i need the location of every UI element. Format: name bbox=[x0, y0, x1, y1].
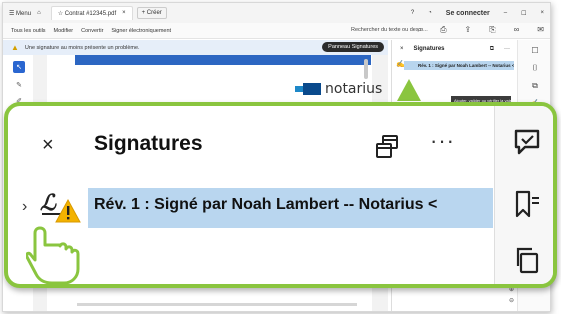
document-header-bar bbox=[75, 55, 371, 65]
tab-contract[interactable]: ☆ Contrat #12345.pdf × bbox=[50, 6, 133, 20]
comment-icon[interactable] bbox=[513, 128, 541, 156]
rail-bookmark-icon[interactable]: ⌷ bbox=[533, 63, 538, 73]
signature-warning-icon: ℒ bbox=[40, 190, 81, 223]
signatures-title: Signatures bbox=[94, 132, 203, 155]
document-scrollbar[interactable] bbox=[364, 59, 368, 79]
menu-convert[interactable]: Convertir bbox=[81, 28, 103, 34]
rail-pages-icon[interactable]: ⧉ bbox=[532, 81, 538, 91]
tab-title: ☆ Contrat #12345.pdf bbox=[57, 11, 117, 17]
panel-title: Signatures bbox=[413, 46, 445, 52]
zoom-controls: ⊕ ⊖ bbox=[509, 286, 514, 304]
sign-in-button[interactable]: Se connecter bbox=[446, 10, 490, 17]
magnified-right-toolbar bbox=[494, 106, 553, 284]
magnified-callout: × Signatures ··· › ℒ Rév. 1 : Signé par … bbox=[4, 102, 557, 288]
notarius-logo: notarius bbox=[295, 81, 382, 97]
search-icon[interactable]: ⌕ bbox=[418, 25, 422, 35]
document-text-lines bbox=[77, 303, 357, 311]
tab-close-icon[interactable]: × bbox=[122, 10, 126, 17]
pointing-hand-icon bbox=[26, 226, 80, 284]
print-icon[interactable]: ⎘ bbox=[489, 25, 495, 35]
callout-arrow bbox=[397, 79, 421, 101]
minimize-icon[interactable]: – bbox=[504, 10, 507, 16]
home-icon[interactable]: ⌂ bbox=[37, 10, 41, 16]
warning-icon: ▲ bbox=[11, 43, 19, 52]
rail-comment-icon[interactable]: ☐ bbox=[531, 46, 538, 55]
menu-esign[interactable]: Signer électroniquement bbox=[111, 28, 171, 34]
chevron-right-icon[interactable]: › bbox=[22, 198, 27, 216]
copy-windows-icon[interactable] bbox=[374, 134, 400, 160]
signature-panel-button[interactable]: Panneau Signatures bbox=[322, 42, 384, 52]
comment-tool-icon[interactable]: ✎ bbox=[16, 81, 22, 89]
bookmark-list-icon[interactable] bbox=[513, 190, 541, 218]
panel-signature-row[interactable]: Rév. 1 : Signé par Noah Lambert -- Notar… bbox=[404, 61, 514, 70]
link-icon[interactable]: ∞ bbox=[514, 25, 520, 35]
panel-more-icon[interactable]: ··· bbox=[504, 46, 510, 53]
select-tool-icon[interactable]: ↖ bbox=[13, 61, 25, 73]
pages-copy-icon[interactable] bbox=[513, 246, 541, 274]
close-window-icon[interactable]: × bbox=[540, 10, 544, 16]
save-icon[interactable]: ⎙ bbox=[440, 25, 446, 35]
menu-bar: Tous les outils Modifier Convertir Signe… bbox=[3, 23, 550, 39]
notification-icon[interactable]: ◔ bbox=[428, 10, 432, 16]
more-options-icon[interactable]: ··· bbox=[430, 128, 455, 154]
warning-message: Une signature au moins présente un probl… bbox=[24, 44, 140, 51]
signature-warning-bar: ▲ Une signature au moins présente un pro… bbox=[3, 40, 388, 55]
panel-close-icon[interactable]: × bbox=[400, 46, 404, 53]
panel-copy-icon[interactable]: ⧉ bbox=[490, 46, 494, 53]
maximize-icon[interactable]: ☐ bbox=[521, 10, 526, 17]
share-icon[interactable]: ⇪ bbox=[464, 25, 471, 35]
notarius-logo-text: notarius bbox=[325, 81, 383, 97]
notarius-logo-mark bbox=[295, 83, 321, 95]
title-bar: ☰ Menu ⌂ ☆ Contrat #12345.pdf × + Créer … bbox=[3, 3, 550, 23]
menu-edit[interactable]: Modifier bbox=[54, 28, 74, 34]
svg-text:ℒ: ℒ bbox=[40, 190, 57, 216]
menu-all-tools[interactable]: Tous les outils bbox=[11, 28, 46, 34]
new-tab-button[interactable]: + Créer bbox=[136, 7, 167, 19]
signature-row[interactable]: Rév. 1 : Signé par Noah Lambert -- Notar… bbox=[88, 188, 493, 228]
close-icon[interactable]: × bbox=[42, 134, 54, 157]
help-icon[interactable]: ? bbox=[411, 10, 414, 16]
mail-icon[interactable]: ✉ bbox=[537, 25, 544, 35]
zoom-out-icon[interactable]: ⊖ bbox=[509, 297, 514, 304]
menu-button[interactable]: ☰ Menu bbox=[9, 10, 31, 17]
